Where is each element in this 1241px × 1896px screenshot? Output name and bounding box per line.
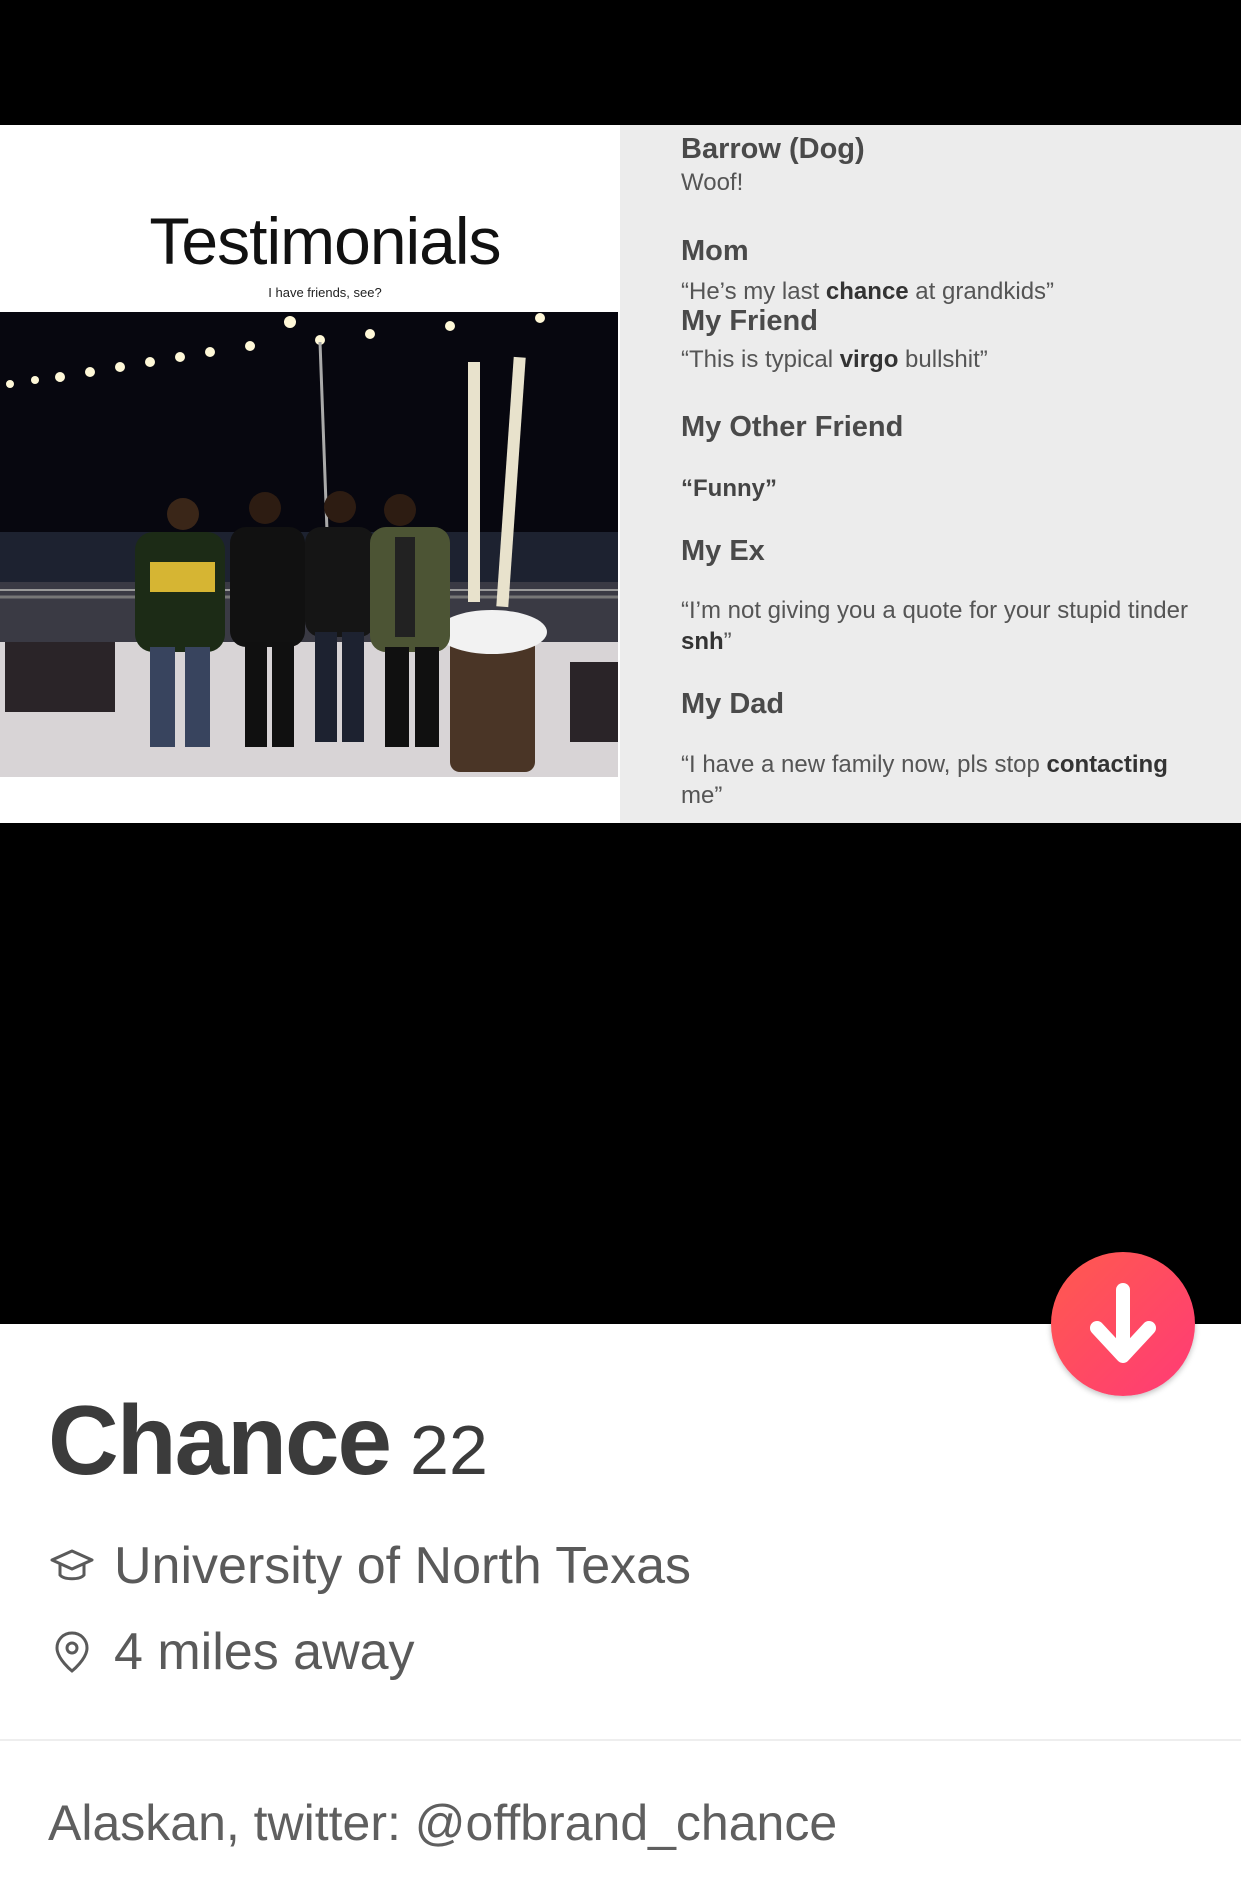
testimonial-name: My Other Friend: [681, 411, 904, 443]
slide-title: Testimonials: [149, 204, 501, 278]
testimonial-name: My Ex: [681, 535, 765, 567]
slide-subtitle: I have friends, see?: [268, 285, 382, 300]
testimonial-name: My Friend: [681, 305, 818, 337]
school-text: University of North Texas: [114, 1537, 692, 1595]
group-photo-image: [0, 312, 618, 777]
group-photo: [0, 312, 618, 777]
location-pin-icon: [55, 1631, 89, 1673]
testimonial-quote: “This is typical virgo bullshit”: [681, 346, 988, 373]
profile-info: Chance 22 University of North Texas 4 mil…: [0, 1324, 1241, 1896]
testimonial-quote: “Funny”: [681, 475, 777, 502]
testimonial-name: Barrow (Dog): [681, 133, 865, 165]
arrow-down-icon: [1090, 1283, 1156, 1363]
name-age-line: Chance 22: [48, 1384, 488, 1497]
profile-name: Chance: [48, 1385, 392, 1495]
graduation-cap-icon: [50, 1549, 94, 1581]
testimonials-slide: Testimonials I have friends, see? Barrow…: [0, 125, 1241, 823]
distance-text: 4 miles away: [114, 1623, 415, 1681]
testimonials-list: Barrow (Dog) Woof! Mom “He’s my last cha…: [620, 125, 1241, 823]
testimonial-quote: “I have a new family now, pls stop conta…: [681, 751, 1168, 809]
testimonial-quote: Woof!: [681, 169, 744, 196]
distance-row: 4 miles away: [48, 1622, 415, 1682]
testimonial-name: My Dad: [681, 688, 785, 720]
profile-age: 22: [410, 1411, 488, 1489]
testimonial-quote: “I’m not giving you a quote for your stu…: [681, 597, 1188, 655]
school-row: University of North Texas: [48, 1536, 691, 1596]
slide-left-panel: Testimonials I have friends, see?: [0, 125, 620, 823]
collapse-profile-button[interactable]: [1051, 1252, 1195, 1396]
profile-photo[interactable]: Testimonials I have friends, see? Barrow…: [0, 0, 1241, 1324]
testimonial-quote: “He’s my last chance at grandkids”: [681, 278, 1055, 305]
divider: [0, 1739, 1241, 1741]
testimonial-name: Mom: [681, 235, 749, 267]
profile-bio: Alaskan, twitter: @offbrand_chance: [48, 1795, 838, 1851]
